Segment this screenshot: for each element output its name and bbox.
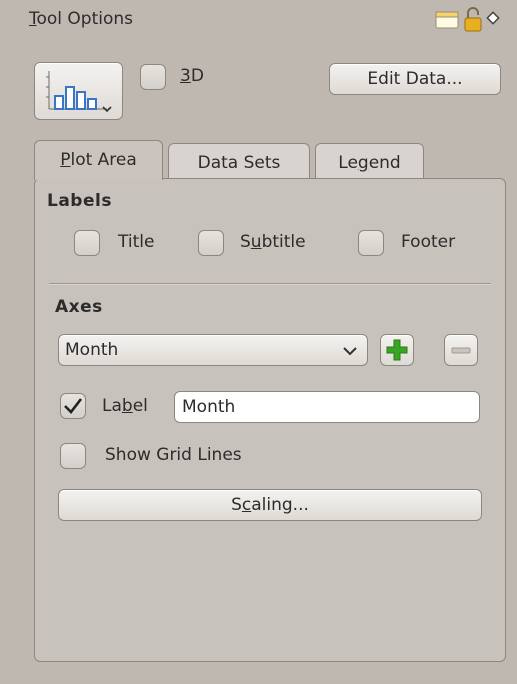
- 3d-mnemonic: 3: [180, 66, 191, 86]
- tab-legend-mnemonic: g: [357, 153, 369, 173]
- subtitle-mnemonic: u: [250, 232, 262, 252]
- axis-select[interactable]: Month: [58, 334, 368, 366]
- panel-title: Tool Options: [29, 9, 133, 29]
- tab-legend-pre: Le: [338, 153, 358, 173]
- plus-icon: [386, 339, 408, 361]
- axis-label-mnemonic: b: [121, 396, 133, 416]
- title-label: Title: [118, 232, 154, 252]
- scaling-post: aling...: [251, 495, 309, 515]
- plot-area-panel: Labels Title Subtitle Footer Axes Month …: [34, 178, 506, 662]
- footer-label-text: Footer: [401, 232, 456, 252]
- add-axis-button[interactable]: [380, 334, 414, 366]
- float-panel-icon[interactable]: [435, 10, 459, 30]
- axis-label-caption: Label: [102, 396, 148, 416]
- subtitle-post: btitle: [261, 232, 306, 252]
- axis-label-checkbox[interactable]: [60, 393, 86, 419]
- chart-type-button[interactable]: [34, 62, 123, 120]
- lock-icon[interactable]: [463, 6, 483, 32]
- show-grid-lines-checkbox[interactable]: [60, 443, 86, 469]
- chevron-down-icon: [343, 347, 357, 356]
- checkmark-icon: [64, 398, 83, 414]
- axis-label-input[interactable]: Month: [174, 391, 480, 423]
- axis-label-input-value: Month: [182, 397, 236, 417]
- tab-plot-area-text: lot Area: [70, 150, 137, 170]
- tab-plot-area[interactable]: Plot Area: [34, 140, 163, 180]
- section-divider: [49, 283, 491, 284]
- labels-heading: Labels: [47, 191, 112, 211]
- axes-heading: Axes: [55, 297, 103, 317]
- footer-checkbox[interactable]: [358, 230, 384, 256]
- tab-data-sets[interactable]: Data Sets: [168, 143, 310, 181]
- panel-menu-icon[interactable]: [486, 10, 500, 25]
- minus-icon: [451, 347, 471, 354]
- scaling-pre: S: [231, 495, 242, 515]
- subtitle-checkbox[interactable]: [198, 230, 224, 256]
- 3d-text: D: [190, 66, 204, 86]
- title-mnemonic: T: [29, 9, 37, 29]
- tab-legend-text: end: [368, 153, 401, 173]
- axis-label-post: el: [132, 396, 148, 416]
- tab-legend[interactable]: Legend: [315, 143, 424, 181]
- tab-data-sets-text: Data Sets: [197, 153, 281, 173]
- axis-select-value: Month: [65, 340, 119, 360]
- title-label-text: Title: [118, 232, 155, 252]
- 3d-label: 3D: [180, 66, 204, 86]
- remove-axis-button[interactable]: [444, 334, 478, 366]
- tab-plot-area-mnemonic: P: [60, 150, 71, 170]
- title-checkbox[interactable]: [74, 230, 100, 256]
- axis-label-pre: La: [102, 396, 122, 416]
- footer-label: Footer: [401, 232, 455, 252]
- scaling-button[interactable]: Scaling...: [58, 489, 482, 521]
- title-text: ool Options: [36, 9, 134, 29]
- subtitle-label: Subtitle: [240, 232, 306, 252]
- subtitle-pre: S: [240, 232, 251, 252]
- edit-data-label: Edit Data...: [367, 69, 463, 89]
- scaling-mnemonic: c: [241, 495, 252, 515]
- edit-data-button[interactable]: Edit Data...: [329, 63, 501, 95]
- bar-chart-icon: [46, 71, 112, 113]
- show-grid-lines-label: Show Grid Lines: [105, 445, 242, 465]
- 3d-checkbox[interactable]: [140, 64, 166, 90]
